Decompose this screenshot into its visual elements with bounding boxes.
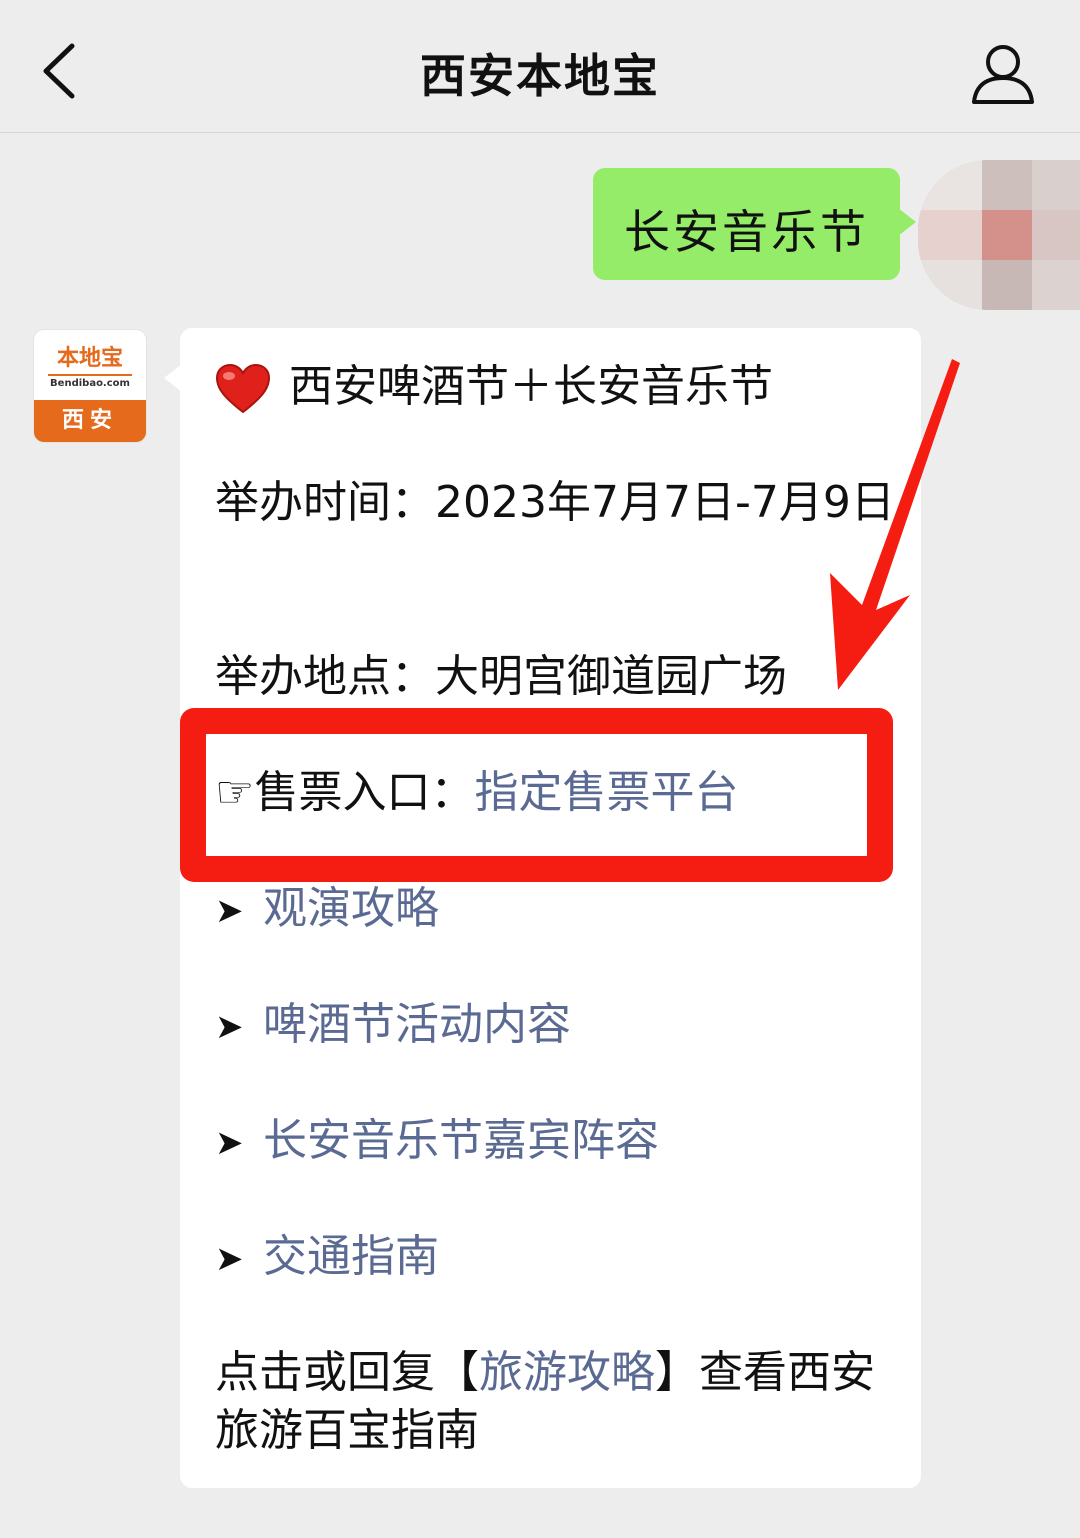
- link-item-beer-festival[interactable]: ➤ 啤酒节活动内容: [215, 996, 905, 1056]
- logo-domain-text: Bendibao.com: [50, 378, 130, 389]
- event-time-label: 举办时间：: [215, 477, 435, 528]
- logo-brand-text: 本地宝: [56, 345, 123, 371]
- footer-hint: 点击或回复【旅游攻略】查看西安旅游百宝指南: [215, 1344, 905, 1460]
- event-place: 举办地点：大明宫御道园广场: [215, 648, 905, 706]
- navigation-bar: 西安本地宝: [0, 0, 1080, 133]
- event-place-label: 举办地点：: [215, 651, 435, 702]
- highlight-box: [180, 708, 893, 882]
- link-label[interactable]: 长安音乐节嘉宾阵容: [263, 1115, 659, 1166]
- link-label[interactable]: 观演攻略: [263, 883, 439, 934]
- link-label[interactable]: 啤酒节活动内容: [263, 999, 571, 1050]
- link-item-lineup[interactable]: ➤ 长安音乐节嘉宾阵容: [215, 1112, 905, 1172]
- link-item-transport[interactable]: ➤ 交通指南: [215, 1228, 905, 1288]
- message-title: 西安啤酒节＋长安音乐节: [289, 361, 773, 412]
- event-place-value: 大明宫御道园广场: [435, 651, 787, 702]
- logo-city-text: 西安: [34, 400, 146, 442]
- message-title-line: 西安啤酒节＋长安音乐节: [215, 358, 905, 416]
- event-time: 举办时间：2023年7月7日-7月9日: [215, 474, 905, 532]
- arrow-bullet-icon: ➤: [215, 1239, 244, 1279]
- heart-icon: [215, 364, 271, 414]
- link-item-guide[interactable]: ➤ 观演攻略: [215, 880, 905, 940]
- official-account-avatar[interactable]: 本地宝 Bendibao.com 西安: [34, 330, 146, 442]
- red-arrow-icon: [830, 359, 960, 690]
- link-label[interactable]: 交通指南: [263, 1231, 439, 1282]
- user-message-text: 长安音乐节: [624, 205, 869, 259]
- footer-prefix: 点击或回复【: [215, 1347, 479, 1398]
- travel-guide-link[interactable]: 旅游攻略: [479, 1347, 655, 1398]
- logo-divider: [48, 374, 132, 376]
- arrow-bullet-icon: ➤: [215, 1007, 244, 1047]
- person-icon[interactable]: [968, 40, 1038, 106]
- chat-title: 西安本地宝: [420, 49, 660, 103]
- arrow-bullet-icon: ➤: [215, 1123, 244, 1163]
- user-avatar[interactable]: [918, 160, 1080, 310]
- arrow-bullet-icon: ➤: [215, 891, 244, 931]
- user-message-bubble[interactable]: 长安音乐节: [593, 168, 916, 280]
